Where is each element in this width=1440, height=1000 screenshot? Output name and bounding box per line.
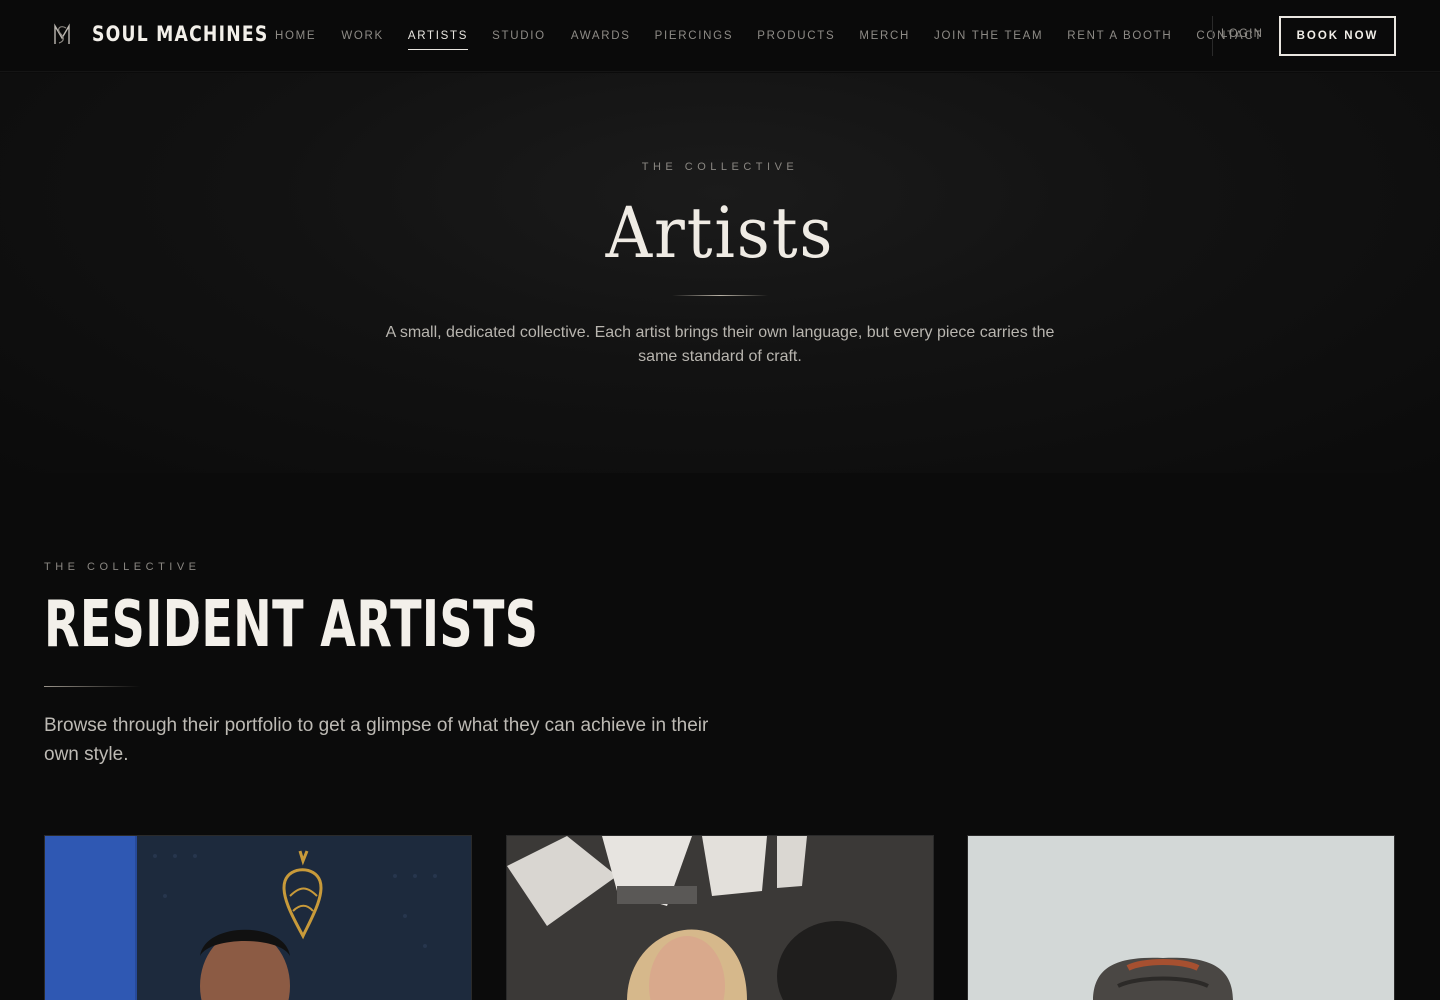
sm-monogram-icon[interactable] bbox=[50, 22, 74, 48]
artist-portrait-3-image bbox=[968, 836, 1394, 1000]
book-now-button[interactable]: BOOK NOW bbox=[1279, 16, 1396, 56]
artist-portrait-1-image bbox=[45, 836, 471, 1000]
nav-item-piercings[interactable]: PIERCINGS bbox=[655, 30, 734, 50]
nav-item-work[interactable]: WORK bbox=[341, 30, 384, 50]
hero-divider bbox=[672, 295, 768, 296]
artist-portrait-2-image bbox=[507, 836, 933, 1000]
section-title: RESIDENT ARTISTS bbox=[44, 588, 539, 662]
hero-description: A small, dedicated collective. Each arti… bbox=[385, 324, 1055, 365]
nav-item-studio[interactable]: STUDIO bbox=[492, 30, 546, 50]
nav-item-artists[interactable]: ARTISTS bbox=[407, 30, 469, 50]
hero-eyebrow: THE COLLECTIVE bbox=[641, 161, 799, 173]
artist-card-2[interactable] bbox=[506, 835, 934, 1000]
nav-divider bbox=[1212, 16, 1213, 56]
nav-item-merch[interactable]: MERCH bbox=[859, 30, 910, 50]
page-title: Artists bbox=[605, 192, 835, 274]
nav-links: HOME WORK ARTISTS STUDIO AWARDS PIERCING… bbox=[275, 30, 1263, 50]
section-divider bbox=[44, 686, 140, 687]
login-link[interactable]: LOGIN bbox=[1221, 28, 1263, 40]
nav-item-home[interactable]: HOME bbox=[275, 30, 316, 50]
nav-item-join-the-team[interactable]: JOIN THE TEAM bbox=[934, 30, 1043, 50]
nav-item-products[interactable]: PRODUCTS bbox=[757, 30, 835, 50]
section-description: Browse through their portfolio to get a … bbox=[44, 715, 709, 765]
nav-item-awards[interactable]: AWARDS bbox=[571, 30, 631, 50]
artist-card-3[interactable] bbox=[967, 835, 1395, 1000]
top-nav: SOUL MACHINES HOME WORK ARTISTS STUDIO A… bbox=[0, 0, 1440, 72]
artist-card-1[interactable] bbox=[44, 835, 472, 1000]
nav-item-rent-a-booth[interactable]: RENT A BOOTH bbox=[1067, 30, 1172, 50]
brand-name[interactable]: SOUL MACHINES bbox=[92, 22, 268, 46]
section-eyebrow: THE COLLECTIVE bbox=[44, 561, 201, 573]
